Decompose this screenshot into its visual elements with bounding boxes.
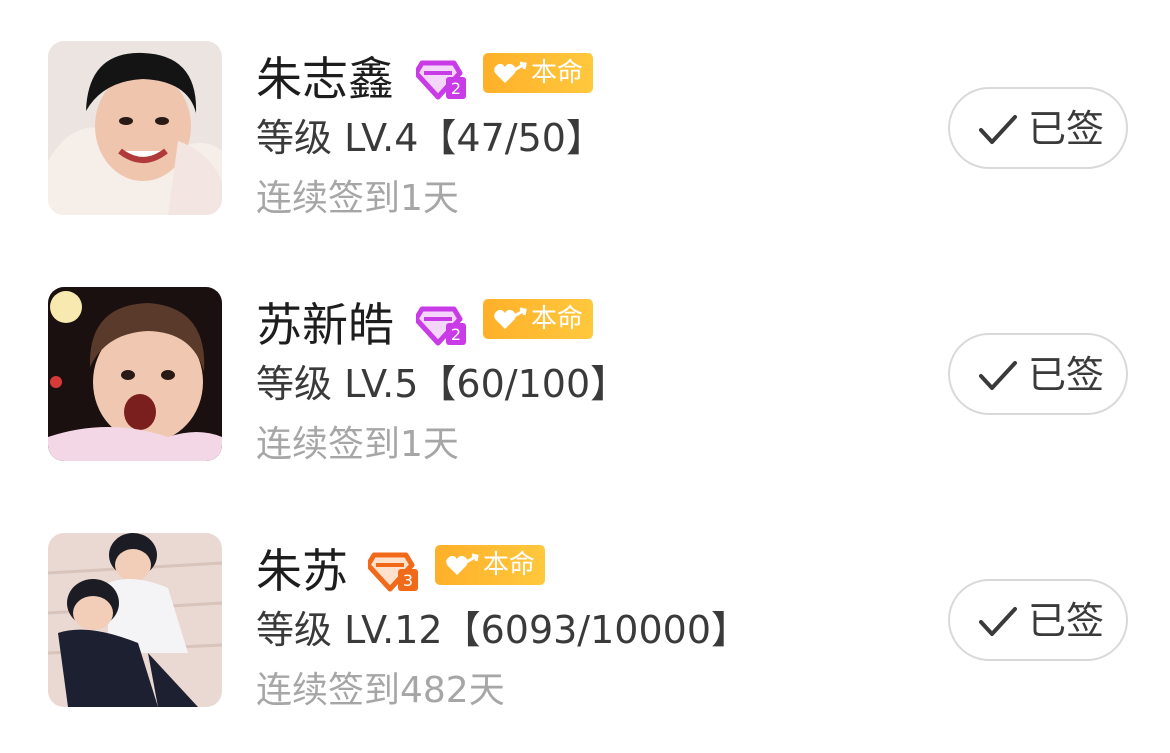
streak-text: 连续签到1天 — [256, 178, 459, 219]
member-name: 苏新皓 — [256, 298, 394, 352]
streak-text: 连续签到1天 — [256, 424, 459, 465]
signed-label: 已签 — [1028, 353, 1105, 397]
member-name: 朱志鑫 — [256, 52, 394, 106]
badge-label: 本命 — [483, 550, 536, 580]
heart-icon — [494, 307, 527, 329]
svg-text:3: 3 — [403, 571, 413, 590]
avatar[interactable] — [48, 41, 222, 215]
level-text: 等级 LV.4【47/50】 — [256, 116, 604, 160]
level-text: 等级 LV.12【6093/10000】 — [256, 608, 749, 652]
orange-diamond-level-3-icon: 3 — [368, 552, 418, 592]
svg-text:2: 2 — [451, 325, 461, 344]
avatar[interactable] — [48, 287, 222, 461]
checkin-list: 朱志鑫 2 本命 等级 LV.4【47/50】 连续签到1天 已签 苏新皓 2 … — [0, 0, 1170, 753]
benming-badge: 本命 — [483, 299, 593, 339]
svg-text:2: 2 — [451, 79, 461, 98]
check-icon — [979, 361, 1017, 390]
signed-label: 已签 — [1028, 107, 1105, 151]
signed-label: 已签 — [1028, 599, 1105, 643]
avatar[interactable] — [48, 533, 222, 707]
streak-text: 连续签到482天 — [256, 670, 505, 711]
heart-icon — [446, 553, 479, 575]
list-item[interactable]: 朱苏 3 本命 等级 LV.12【6093/10000】 连续签到482天 已签 — [0, 533, 1170, 713]
badge-label: 本命 — [531, 58, 584, 88]
purple-diamond-level-2-icon: 2 — [416, 60, 466, 100]
level-text: 等级 LV.5【60/100】 — [256, 362, 629, 406]
purple-diamond-level-2-icon: 2 — [416, 306, 466, 346]
badge-label: 本命 — [531, 304, 584, 334]
list-item[interactable]: 苏新皓 2 本命 等级 LV.5【60/100】 连续签到1天 已签 — [0, 287, 1170, 467]
list-item[interactable]: 朱志鑫 2 本命 等级 LV.4【47/50】 连续签到1天 已签 — [0, 41, 1170, 221]
check-icon — [979, 607, 1017, 636]
signed-button[interactable]: 已签 — [948, 333, 1128, 415]
check-icon — [979, 115, 1017, 144]
benming-badge: 本命 — [483, 53, 593, 93]
member-name: 朱苏 — [256, 544, 348, 598]
heart-icon — [494, 61, 527, 83]
signed-button[interactable]: 已签 — [948, 87, 1128, 169]
benming-badge: 本命 — [435, 545, 545, 585]
signed-button[interactable]: 已签 — [948, 579, 1128, 661]
